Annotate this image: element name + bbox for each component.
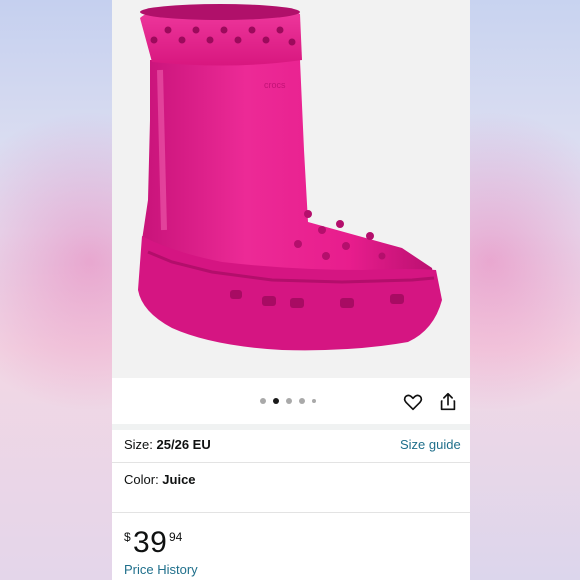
heart-icon[interactable]	[402, 391, 424, 413]
color-value: Juice	[162, 472, 196, 487]
background-blur-left	[0, 0, 112, 580]
size-selector[interactable]: Size: 25/26 EU	[124, 437, 211, 452]
pink-boot-illustration: crocs	[138, 4, 442, 351]
product-image[interactable]: crocs	[112, 0, 470, 378]
size-label: Size:	[124, 437, 157, 452]
divider	[112, 512, 470, 513]
price-currency: $	[124, 530, 131, 544]
price-fraction: 94	[169, 530, 183, 544]
carousel-dot[interactable]	[260, 398, 266, 404]
carousel-dot[interactable]	[286, 398, 292, 404]
divider	[112, 462, 470, 463]
color-label: Color:	[124, 472, 163, 487]
share-icon[interactable]	[437, 391, 459, 413]
carousel-dot[interactable]	[312, 399, 316, 403]
image-carousel-controls	[112, 378, 470, 425]
background-blur-right	[468, 0, 580, 580]
carousel-dot[interactable]	[299, 398, 305, 404]
brand-embossing: crocs	[264, 80, 286, 90]
section-divider	[112, 424, 470, 430]
price-history-link[interactable]: Price History	[124, 562, 198, 577]
color-selector[interactable]: Color: Juice	[124, 472, 196, 487]
product-detail-screen: crocs Size: 25/26 EU Size guide Color: J…	[112, 0, 470, 580]
carousel-dot-active[interactable]	[273, 398, 279, 404]
size-value: 25/26 EU	[156, 437, 211, 452]
carousel-pagination[interactable]	[260, 398, 316, 404]
size-guide-link[interactable]: Size guide	[400, 437, 461, 452]
price-whole: 39	[133, 526, 168, 559]
